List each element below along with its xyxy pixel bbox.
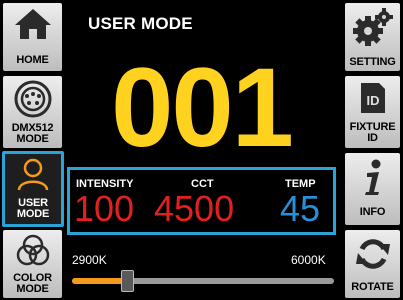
intensity-value[interactable]: 100 [74, 190, 134, 228]
temp-value[interactable]: 45 [280, 190, 320, 228]
rotate-icon [355, 239, 390, 269]
mode-number[interactable]: 001 [0, 52, 403, 164]
cct-min-label: 2900K [72, 253, 107, 267]
info-icon [364, 159, 380, 195]
parameters-panel: INTENSITY 100 CCT 4500 TEMP 45 [67, 167, 336, 235]
color-mode-label: COLOR MODE [13, 272, 52, 295]
rotate-button[interactable]: ROTATE [345, 230, 400, 298]
cct-value[interactable]: 4500 [154, 190, 234, 228]
color-mode-button[interactable]: COLOR MODE [3, 230, 62, 298]
info-label: INFO [359, 206, 386, 218]
rotate-label: ROTATE [351, 281, 394, 293]
cct-slider-thumb[interactable] [121, 270, 135, 292]
home-icon [14, 9, 51, 39]
cct-slider-fill [72, 278, 128, 284]
cct-max-label: 6000K [291, 253, 326, 267]
user-mode-label: USER MODE [16, 197, 50, 220]
color-circles-icon [16, 234, 49, 266]
gears-icon [352, 8, 393, 46]
page-title: USER MODE [88, 14, 193, 33]
